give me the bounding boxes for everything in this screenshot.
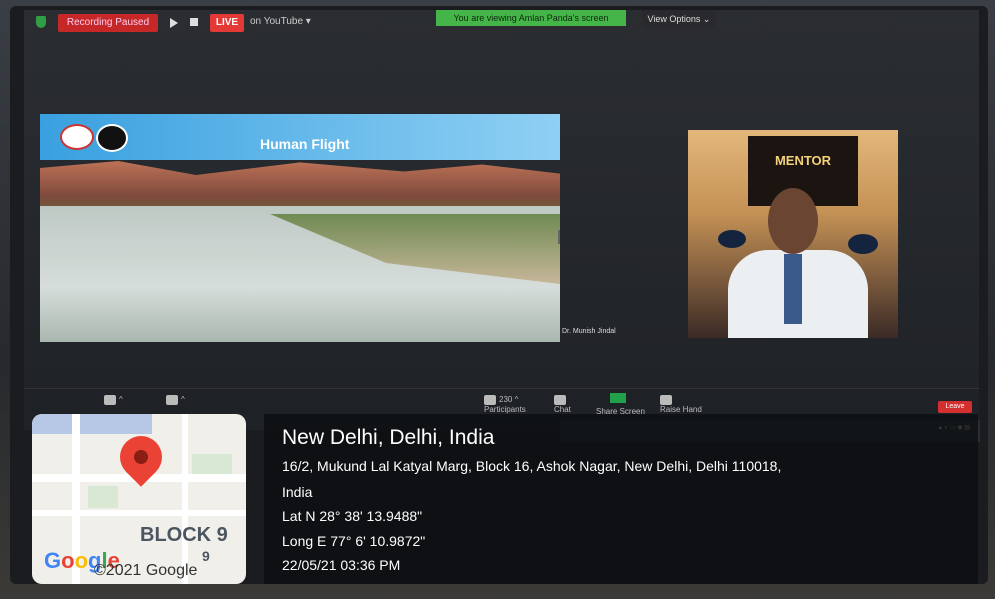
map-area-block [32, 414, 152, 434]
video-off-icon [166, 395, 178, 405]
microphone-muted-icon [104, 395, 116, 405]
address-line-2: India [282, 484, 313, 500]
recording-status-button[interactable]: Recording Paused [58, 14, 158, 32]
view-options-button[interactable]: View Options ⌄ [642, 10, 716, 28]
chat-label: Chat [554, 405, 571, 414]
resume-recording-icon[interactable] [170, 18, 178, 28]
map-thumbnail[interactable]: BLOCK 9 9 Google ©2021 Google [32, 414, 246, 584]
map-block-number: 9 [202, 548, 210, 564]
participants-button[interactable]: 230 ^ Participants [484, 395, 526, 414]
raise-hand-label: Raise Hand [660, 405, 702, 414]
viewing-screen-banner: You are viewing Amlan Panda's screen [436, 10, 626, 26]
timestamp: 22/05/21 03:36 PM [282, 557, 401, 573]
participants-count: 230 [499, 395, 513, 405]
address-line-1: 16/2, Mukund Lal Katyal Marg, Block 16, … [282, 458, 782, 474]
map-copyright: ©2021 Google [94, 562, 198, 579]
map-park [88, 486, 118, 508]
participants-label: Participants [484, 405, 526, 414]
slide-logo-left [60, 124, 94, 150]
share-screen-icon[interactable] [610, 393, 626, 403]
map-block-label: BLOCK 9 [140, 524, 228, 546]
chat-icon [554, 395, 566, 405]
place-title: New Delhi, Delhi, India [282, 426, 495, 449]
participants-icon [484, 395, 496, 405]
map-park [192, 454, 232, 474]
leave-button[interactable]: Leave [938, 401, 972, 413]
live-platform-dropdown[interactable]: on YouTube ▾ [250, 16, 311, 27]
raise-hand-button[interactable]: Raise Hand [660, 395, 702, 414]
participant-video-tile[interactable]: MENTOR [688, 130, 898, 338]
presenter-tie [784, 254, 802, 324]
map-road [182, 414, 188, 584]
zoom-top-bar: Recording Paused LIVE on YouTube ▾ You a… [24, 10, 979, 36]
security-shield-icon[interactable] [36, 16, 46, 28]
mentor-badge-right [848, 234, 878, 254]
split-view-divider[interactable] [558, 230, 560, 244]
video-button[interactable]: ^ [166, 395, 185, 405]
mute-button[interactable]: ^ [104, 395, 123, 405]
stop-recording-icon[interactable] [190, 18, 198, 26]
latitude: Lat N 28° 38' 13.9488" [282, 508, 423, 524]
map-pin-dot [134, 450, 148, 464]
longitude: Long E 77° 6' 10.9872" [282, 533, 426, 549]
shared-slide: Human Flight [40, 114, 560, 342]
participant-name-label: Dr. Munish Jindal [562, 328, 616, 335]
slide-title: Human Flight [260, 136, 350, 152]
location-overlay: New Delhi, Delhi, India 16/2, Mukund Lal… [264, 414, 978, 584]
live-badge[interactable]: LIVE [210, 14, 244, 32]
hand-icon [660, 395, 672, 405]
mentor-logo [96, 124, 128, 152]
mentor-badge-left [718, 230, 746, 248]
map-road [32, 510, 246, 516]
chat-button[interactable]: Chat [554, 395, 571, 414]
presenter-head [768, 188, 818, 254]
